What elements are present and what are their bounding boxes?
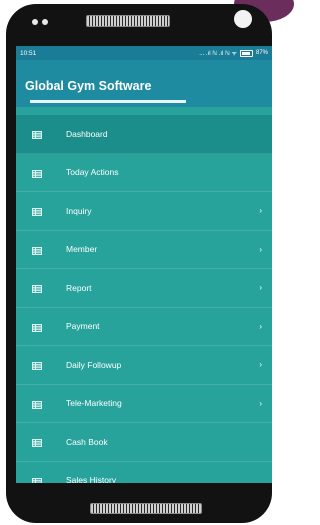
- list-icon: [32, 208, 42, 216]
- list-icon: [32, 169, 42, 178]
- menu-item-report[interactable]: Report ›: [16, 269, 272, 308]
- bottom-speaker: [90, 503, 202, 514]
- phone-frame: 10:51 ... .ıl ℕ .ıl ℕ ᯤ 87% Global Gym S…: [6, 4, 272, 523]
- battery-level: 87%: [255, 50, 268, 56]
- app-title-underline: [30, 100, 186, 103]
- battery-icon: [239, 49, 253, 57]
- earpiece-speaker: [86, 15, 170, 27]
- menu-item-label: Cash Book: [66, 436, 108, 447]
- front-sensor: [234, 10, 252, 28]
- menu-item-dashboard[interactable]: Dashboard: [16, 115, 272, 154]
- list-icon: [32, 285, 42, 293]
- menu-item-cash-book[interactable]: Cash Book: [16, 423, 272, 462]
- menu-item-label: Inquiry: [66, 205, 92, 216]
- chevron-right-icon: ›: [259, 206, 262, 216]
- menu-item-label: Daily Followup: [66, 359, 122, 370]
- menu-item-label: Report: [66, 282, 92, 293]
- menu-item-tele-marketing[interactable]: Tele-Marketing ›: [16, 385, 272, 423]
- camera-dot: [32, 19, 38, 25]
- signal-icon: ... .ıl ℕ .ıl ℕ ᯤ: [199, 51, 237, 57]
- chevron-right-icon: ›: [259, 360, 262, 370]
- drawer-menu: Dashboard Today Actions Inquiry › Member › Rep…: [16, 115, 272, 483]
- list-icon: [32, 362, 42, 370]
- app-title: Global Gym Software: [25, 79, 152, 93]
- list-icon: [32, 246, 42, 255]
- status-time: 10:51: [20, 49, 37, 57]
- menu-item-label: Tele-Marketing: [66, 398, 122, 409]
- menu-item-label: Dashboard: [66, 128, 108, 139]
- menu-item-label: Sales History: [66, 475, 117, 483]
- list-icon: [32, 323, 42, 332]
- menu-item-daily-followup[interactable]: Daily Followup ›: [16, 346, 272, 385]
- menu-item-sales-history[interactable]: Sales History: [16, 462, 272, 483]
- menu-item-payment[interactable]: Payment ›: [16, 308, 272, 346]
- menu-item-label: Payment: [66, 321, 100, 332]
- menu-item-label: Today Actions: [66, 167, 119, 178]
- list-icon: [32, 400, 42, 409]
- menu-item-member[interactable]: Member ›: [16, 231, 272, 269]
- list-icon: [32, 131, 42, 139]
- screen: 10:51 ... .ıl ℕ .ıl ℕ ᯤ 87% Global Gym S…: [16, 46, 272, 483]
- top-bezel: [6, 4, 272, 46]
- chevron-right-icon: ›: [259, 244, 262, 254]
- menu-item-inquiry[interactable]: Inquiry ›: [16, 192, 272, 231]
- menu-item-label: Member: [66, 244, 98, 255]
- chevron-right-icon: ›: [259, 321, 262, 331]
- camera-dot: [42, 19, 48, 25]
- status-bar: 10:51 ... .ıl ℕ .ıl ℕ ᯤ 87%: [16, 46, 272, 60]
- chevron-right-icon: ›: [259, 398, 262, 408]
- menu-item-today-actions[interactable]: Today Actions: [16, 154, 272, 192]
- bottom-bezel: [6, 483, 272, 523]
- app-bar: Global Gym Software: [16, 60, 272, 107]
- status-indicators: ... .ıl ℕ .ıl ℕ ᯤ 87%: [199, 49, 268, 57]
- list-icon: [32, 439, 42, 447]
- chevron-right-icon: ›: [259, 283, 262, 293]
